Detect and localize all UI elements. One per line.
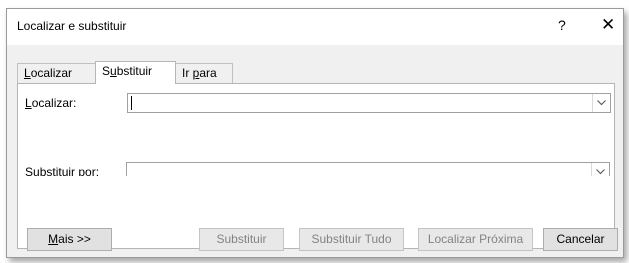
close-icon[interactable]: ✕ [601,15,615,35]
tab-label: Ir [182,66,193,80]
tab-substituir[interactable]: Substituir [95,61,176,84]
tab-mnemonic: L [24,66,31,80]
find-next-button[interactable]: Localizar Próxima [418,228,533,251]
tab-label: ara [199,66,217,80]
replace-all-button[interactable]: Substituir Tudo [299,228,404,251]
help-button[interactable]: ? [558,17,566,33]
find-input[interactable] [130,95,590,111]
replace-button[interactable]: Substituir [199,228,284,251]
chevron-down-icon [597,100,606,106]
find-label: Localizar: [25,96,76,110]
find-label-mnemonic: L [25,96,32,110]
find-label-text: ocalizar: [31,96,77,110]
tab-label: bstituir [116,64,153,78]
tab-label: S [102,64,111,78]
more-button[interactable]: Mais >> [27,228,112,251]
tab-mnemonic: u [110,64,117,78]
text-caret [131,96,132,110]
more-label: ais >> [58,232,91,246]
find-combo[interactable] [127,93,611,113]
more-mnemonic: M [48,232,59,246]
title-bar: Localizar e substituir ? ✕ [7,9,623,45]
chevron-down-icon [596,169,605,175]
tab-ir-para[interactable]: Ir para [175,63,233,83]
dialog-title: Localizar e substituir [17,19,127,33]
tab-label: ocalizar [30,66,73,80]
cancel-button[interactable]: Cancelar [543,228,618,251]
find-dropdown-button[interactable] [592,94,610,112]
find-replace-dialog: Localizar e substituir ? ✕ Localizar Sub… [6,8,624,258]
tab-localizar[interactable]: Localizar [17,63,96,83]
